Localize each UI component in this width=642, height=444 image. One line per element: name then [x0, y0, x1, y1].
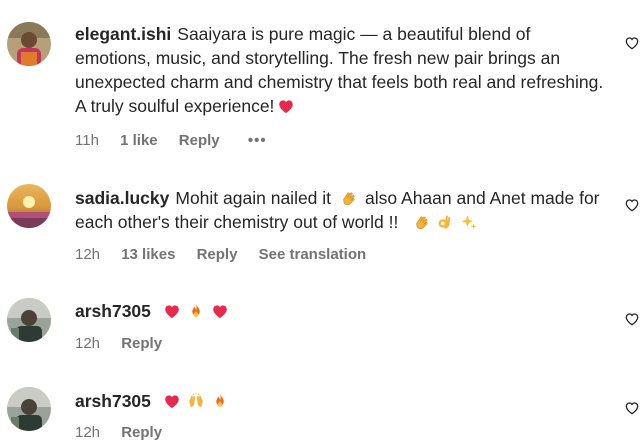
comment-meta: 12h Reply [75, 424, 179, 441]
fire-icon [211, 392, 229, 410]
comment-meta: 12h Reply [75, 335, 179, 352]
avatar[interactable] [7, 184, 51, 228]
red-heart-icon [277, 97, 295, 115]
clapping-hands-icon [339, 189, 357, 207]
comment-time: 12h [75, 246, 101, 263]
comment-time: 12h [75, 424, 101, 441]
comments-list: elegant.ishi Saaiyara is pure magic — a b… [0, 0, 642, 444]
comment-username[interactable]: arsh7305 [75, 391, 151, 411]
comment-body: arsh7305 [75, 389, 605, 413]
comment-username[interactable]: elegant.ishi [75, 24, 171, 44]
reply-button[interactable]: Reply [121, 424, 162, 441]
comment-meta: 11h 1 like Reply ••• [75, 132, 284, 149]
fire-icon [187, 302, 205, 320]
comment-body: arsh7305 [75, 299, 605, 323]
comment-likes-count[interactable]: 1 like [120, 132, 158, 149]
like-heart-icon[interactable] [624, 197, 640, 213]
avatar[interactable] [7, 298, 51, 342]
comment-meta: 12h 13 likes Reply See translation [75, 246, 383, 263]
comment-time: 11h [75, 132, 99, 149]
comment-body: elegant.ishi Saaiyara is pure magic — a b… [75, 22, 605, 118]
clapping-hands-icon [412, 213, 430, 231]
avatar[interactable] [7, 387, 51, 431]
like-heart-icon[interactable] [624, 400, 640, 416]
comment-likes-count[interactable]: 13 likes [121, 246, 175, 263]
ok-hand-icon [436, 213, 454, 231]
red-heart-icon [211, 302, 229, 320]
more-options-button[interactable]: ••• [248, 132, 267, 149]
comment-username[interactable]: arsh7305 [75, 301, 151, 321]
reply-button[interactable]: Reply [197, 246, 238, 263]
red-heart-icon [163, 302, 181, 320]
reply-button[interactable]: Reply [179, 132, 220, 149]
sparkles-icon [460, 213, 478, 231]
comment-username[interactable]: sadia.lucky [75, 188, 169, 208]
raising-hands-icon [187, 392, 205, 410]
see-translation-button[interactable]: See translation [259, 246, 367, 263]
like-heart-icon[interactable] [624, 35, 640, 51]
red-heart-icon [163, 392, 181, 410]
avatar[interactable] [7, 22, 51, 66]
like-heart-icon[interactable] [624, 311, 640, 327]
comment-time: 12h [75, 335, 101, 352]
comment-text-part1: Mohit again nailed it [175, 188, 332, 208]
reply-button[interactable]: Reply [121, 335, 162, 352]
comment-body: sadia.lucky Mohit again nailed it also Aha… [75, 186, 605, 234]
